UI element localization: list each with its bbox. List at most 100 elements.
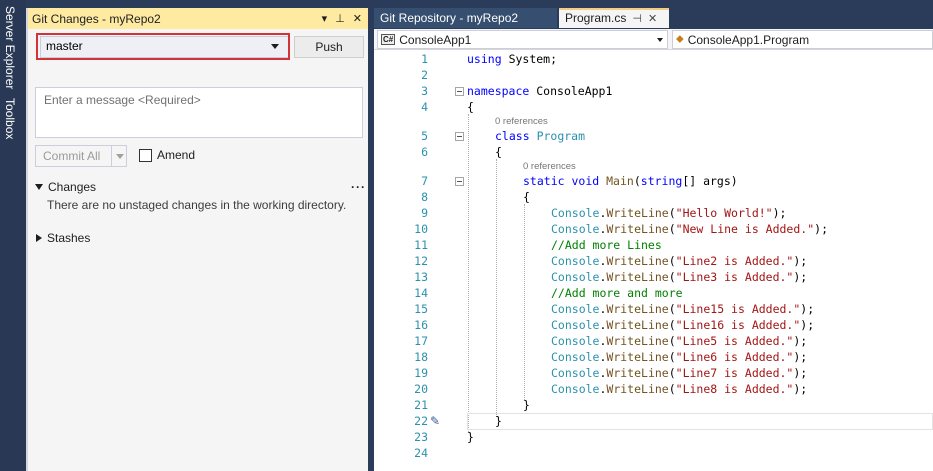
line-number: 11 [414, 238, 428, 252]
commit-all-button[interactable]: Commit All [35, 145, 127, 167]
code-line: { [523, 190, 530, 204]
git-changes-panel: Git Changes - myRepo2 ▾ ⊥ ✕ master Push … [26, 8, 368, 471]
branch-row: master Push [36, 33, 364, 63]
code-line: { [467, 100, 474, 114]
collapse-toggle-icon[interactable] [455, 177, 464, 186]
method-name: WriteLine [606, 206, 669, 220]
line-number: 10 [414, 222, 428, 236]
amend-checkbox[interactable] [139, 149, 152, 162]
stashes-header[interactable]: Stashes [34, 229, 90, 246]
line-number: 14 [414, 286, 428, 300]
changes-section: Changes ··· There are no unstaged change… [34, 178, 366, 212]
code-line: } [467, 430, 474, 444]
string-literal: "Line16 is Added." [675, 318, 801, 332]
line-number: 24 [414, 446, 428, 460]
window-menu-icon[interactable]: ▾ [322, 12, 328, 25]
paintbrush-icon[interactable]: ✎ [430, 414, 440, 428]
stashes-label: Stashes [47, 230, 91, 245]
code-line: { [495, 145, 502, 159]
line-number: 16 [414, 318, 428, 332]
method-name: Main [606, 174, 634, 188]
pin-icon[interactable]: ⊥ [335, 12, 345, 25]
string-literal: "Line2 is Added." [675, 254, 794, 268]
chevron-down-icon[interactable] [116, 153, 124, 159]
keyword: string [640, 174, 683, 188]
code-line: using System; [467, 52, 557, 66]
collapsed-icon [36, 233, 42, 242]
class-dropdown[interactable]: ⬥ ConsoleApp1.Program [672, 30, 933, 49]
tab-program-cs[interactable]: Program.cs ⊣ ✕ [559, 8, 669, 28]
code-line: Console.WriteLine("New Line is Added."); [551, 222, 828, 236]
project-dropdown[interactable]: C# ConsoleApp1 [377, 30, 668, 49]
editor-navigation-bar: C# ConsoleApp1 ⬥ ConsoleApp1.Program [374, 29, 933, 50]
method-name: WriteLine [606, 334, 669, 348]
line-number: 13 [414, 270, 428, 284]
server-explorer-tab[interactable]: Server Explorer [3, 6, 17, 89]
commit-message-input[interactable]: Enter a message <Required> [35, 87, 363, 138]
more-options-icon[interactable]: ··· [351, 180, 366, 194]
close-icon[interactable]: ✕ [353, 12, 362, 25]
chevron-down-icon [657, 38, 663, 42]
method-name: WriteLine [606, 366, 669, 380]
string-literal: "Line8 is Added." [675, 382, 794, 396]
class-name: Program [536, 129, 586, 143]
tool-window-strip: Server Explorer Toolbox [0, 0, 26, 471]
changes-empty-message: There are no unstaged changes in the wor… [47, 198, 347, 212]
changes-label: Changes [48, 179, 97, 194]
changes-header[interactable]: Changes ··· [34, 178, 366, 195]
line-number: 15 [414, 302, 428, 316]
line-number: 3 [421, 84, 428, 98]
code-line: Console.WriteLine("Line16 is Added."); [551, 318, 815, 332]
type-name: Console [551, 366, 600, 380]
type-name: Console [551, 222, 600, 236]
class-icon: ⬥ [676, 33, 684, 45]
type-name: Console [551, 206, 600, 220]
code-comment: //Add more Lines [551, 238, 662, 252]
code-line: Console.WriteLine("Hello World!"); [551, 206, 787, 220]
method-name: WriteLine [606, 382, 669, 396]
tab-program-label: Program.cs [565, 11, 627, 25]
string-literal: "New Line is Added." [675, 222, 815, 236]
type-name: Console [551, 254, 600, 268]
type-name: Console [551, 350, 600, 364]
indent-guide [524, 204, 525, 400]
line-number: 4 [421, 100, 428, 114]
type-name: Console [551, 382, 600, 396]
keyword: using [467, 52, 502, 66]
line-number: 1 [421, 52, 428, 66]
tab-git-repository[interactable]: Git Repository - myRepo2 [374, 8, 557, 28]
code-line: Console.WriteLine("Line2 is Added."); [551, 254, 808, 268]
code-line: Console.WriteLine("Line15 is Added."); [551, 302, 815, 316]
close-icon[interactable]: ✕ [648, 12, 657, 25]
keyword: class [495, 129, 530, 143]
line-number: 2 [421, 68, 428, 82]
type-name: Console [551, 270, 600, 284]
collapse-toggle-icon[interactable] [455, 132, 464, 141]
code-text: System; [508, 52, 558, 66]
line-number: 17 [414, 334, 428, 348]
method-name: WriteLine [606, 318, 669, 332]
line-number: 19 [414, 366, 428, 380]
indent-guide [468, 114, 469, 432]
codelens-references[interactable]: 0 references [523, 161, 576, 172]
toolbox-tab[interactable]: Toolbox [3, 98, 17, 139]
method-name: WriteLine [606, 222, 669, 236]
code-line: class Program [495, 129, 585, 143]
keyword: namespace [467, 84, 530, 98]
line-number: 8 [421, 190, 428, 204]
collapse-toggle-icon[interactable] [455, 87, 464, 96]
line-number: 23 [414, 430, 428, 444]
code-comment: //Add more and more [551, 286, 683, 300]
line-number: 12 [414, 254, 428, 268]
keyword: void [571, 174, 600, 188]
code-line: namespace ConsoleApp1 [467, 84, 612, 98]
push-button[interactable]: Push [294, 36, 364, 58]
code-editor[interactable]: 1 2 3 4 5 6 7 8 9 10 11 12 13 14 15 16 1… [374, 50, 933, 471]
current-line-highlight [467, 413, 933, 430]
codelens-references[interactable]: 0 references [495, 116, 548, 127]
code-line: } [523, 398, 530, 412]
pin-icon[interactable]: ⊣ [632, 12, 642, 25]
code-line: Console.WriteLine("Line3 is Added."); [551, 270, 808, 284]
line-number: 20 [414, 382, 428, 396]
git-changes-title-bar: Git Changes - myRepo2 ▾ ⊥ ✕ [28, 8, 368, 29]
